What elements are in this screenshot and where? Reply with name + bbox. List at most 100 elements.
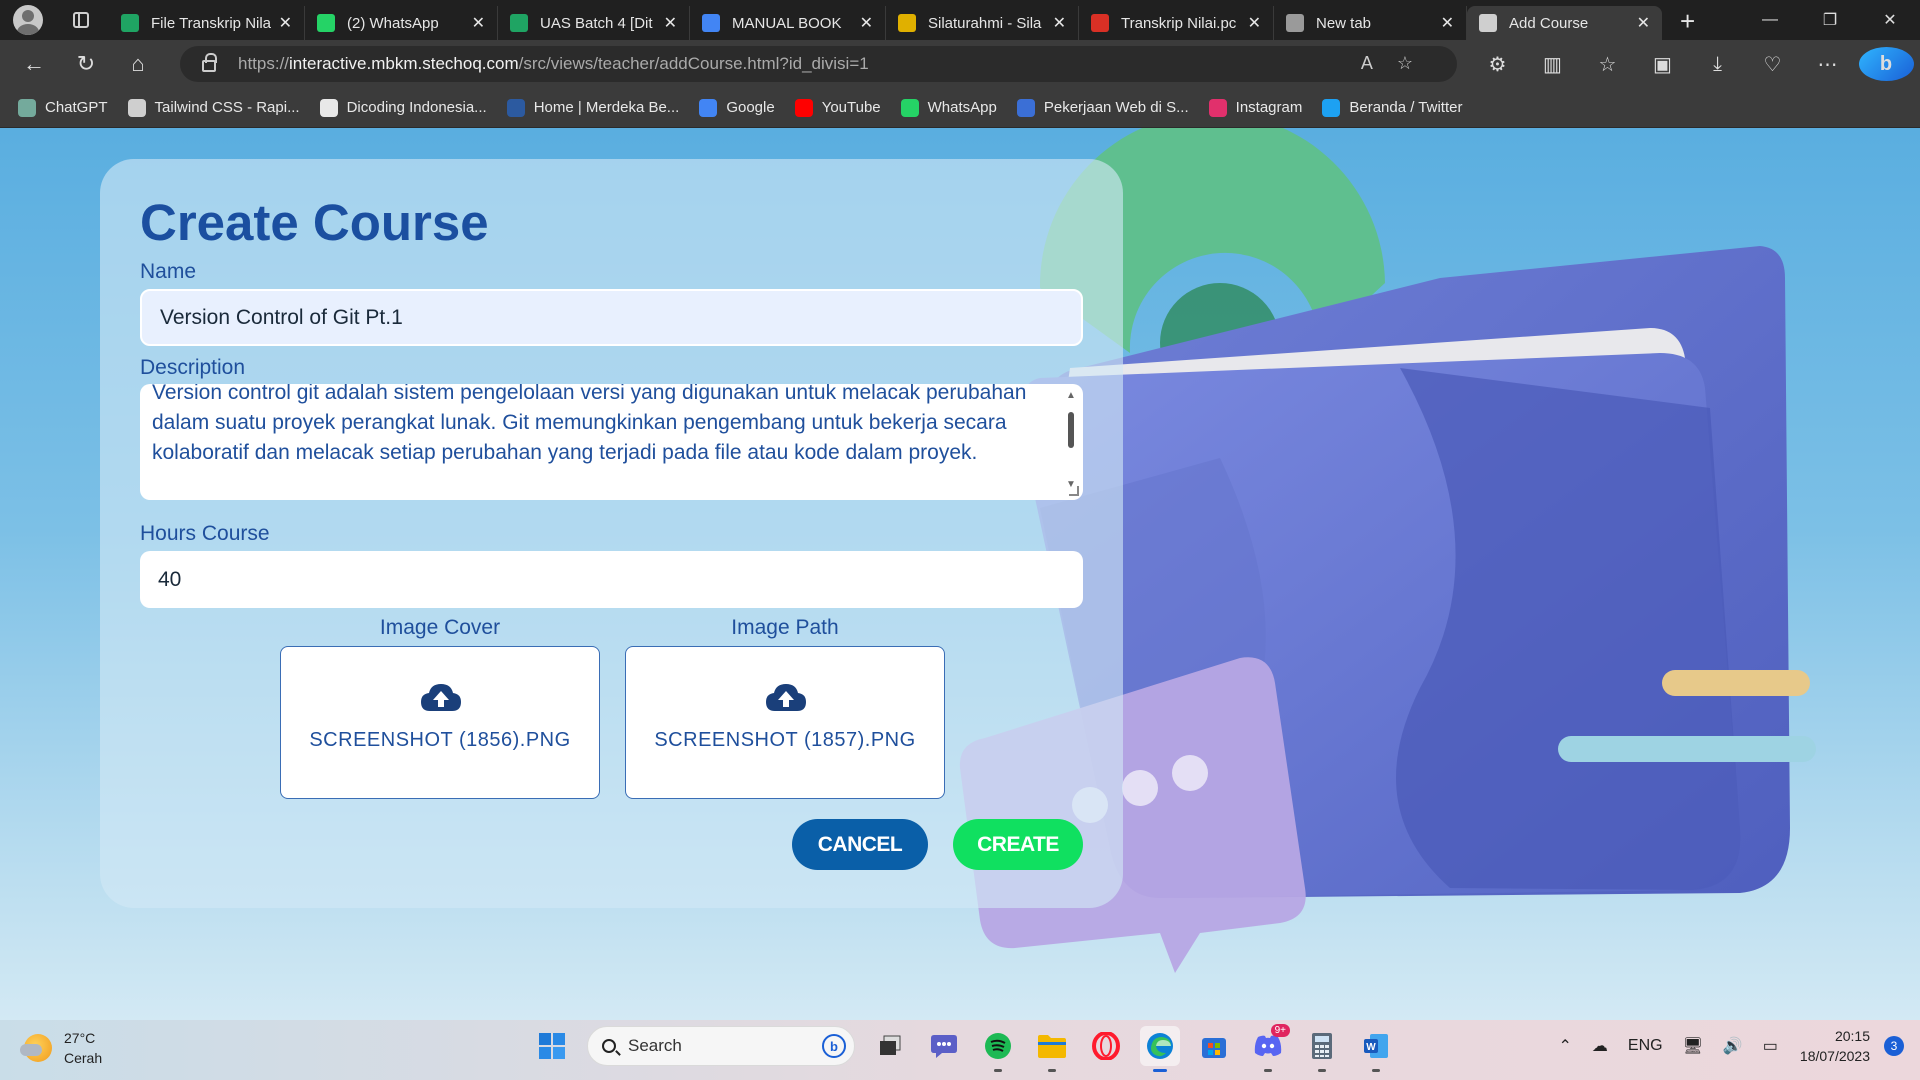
tab-5[interactable]: Transkrip Nilai.pc ✕ [1079,6,1274,40]
bookmark-3[interactable]: Home | Merdeka Be... [506,98,680,117]
close-tab-icon[interactable]: ✕ [1637,13,1650,33]
split-screen-icon[interactable]: ▥ [1525,52,1580,77]
tab-6[interactable]: New tab ✕ [1274,6,1467,40]
back-button[interactable]: ← [16,46,52,82]
language-indicator[interactable]: ENG [1628,1037,1663,1055]
image-path-upload[interactable]: SCREENSHOT (1857).PNG [625,646,945,799]
tab-1[interactable]: (2) WhatsApp ✕ [305,6,498,40]
resize-grip-icon[interactable] [1069,486,1079,496]
hours-label: Hours Course [140,522,270,545]
taskbar-search[interactable]: Search b [587,1026,855,1066]
volume-icon[interactable]: 🔊 [1723,1036,1743,1056]
battery-icon[interactable]: ▭ [1763,1036,1778,1056]
weather-widget[interactable]: 27°C Cerah [20,1028,103,1068]
close-tab-icon[interactable]: ✕ [664,13,677,33]
bookmark-5[interactable]: YouTube [794,98,881,117]
seal-icon [898,14,916,32]
bookmark-label: Tailwind CSS - Rapi... [154,99,300,116]
close-tab-icon[interactable]: ✕ [1441,13,1454,33]
more-icon[interactable]: ⋯ [1800,52,1855,77]
bookmark-label: Home | Merdeka Be... [533,99,680,116]
close-tab-icon[interactable]: ✕ [1248,13,1261,33]
bookmark-2[interactable]: Dicoding Indonesia... [319,98,487,117]
favorites-icon[interactable]: ☆ [1580,52,1635,77]
bookmark-label: Instagram [1235,99,1303,116]
microsoft-store-icon[interactable] [1194,1026,1234,1066]
tab-7[interactable]: Add Course ✕ [1467,6,1662,40]
create-button[interactable]: CREATE [953,819,1083,870]
close-window-button[interactable]: ✕ [1860,0,1920,40]
tab-0[interactable]: File Transkrip Nila ✕ [109,6,305,40]
scroll-up-icon[interactable]: ▲ [1066,390,1076,401]
discord-icon[interactable]: 9+ [1248,1024,1290,1072]
teams-chat-icon[interactable] [924,1026,964,1066]
notification-badge[interactable]: 3 [1884,1036,1904,1056]
file-explorer-icon[interactable] [1032,1026,1072,1072]
bing-search-icon[interactable]: b [822,1034,846,1058]
twitter-icon [1322,98,1341,117]
description-scrollbar[interactable]: ▲ ▼ [1065,390,1077,490]
page-title: Create Course [140,194,489,251]
scroll-thumb[interactable] [1068,412,1074,448]
minimize-button[interactable]: — [1740,0,1800,40]
opera-icon[interactable] [1086,1026,1126,1066]
calculator-icon[interactable] [1302,1026,1342,1072]
home-button[interactable]: ⌂ [120,46,156,82]
bookmark-6[interactable]: WhatsApp [900,98,997,117]
taskbar-apps: Search b 9+ W [525,1024,1403,1072]
close-tab-icon[interactable]: ✕ [279,13,292,33]
close-tab-icon[interactable]: ✕ [472,13,485,33]
close-tab-icon[interactable]: ✕ [1053,13,1066,33]
refresh-button[interactable]: ↻ [68,46,104,82]
bookmark-1[interactable]: Tailwind CSS - Rapi... [127,98,300,117]
instagram-icon [1208,98,1227,117]
image-cover-label: Image Cover [379,616,501,639]
start-icon[interactable] [532,1026,572,1066]
tab-2[interactable]: UAS Batch 4 [Dit ✕ [498,6,690,40]
tab-4[interactable]: Silaturahmi - Sila ✕ [886,6,1079,40]
downloads-icon[interactable]: ⤓ [1690,53,1745,76]
weather-status: Cerah [64,1050,103,1066]
tab-3[interactable]: MANUAL BOOK ✕ [690,6,886,40]
collections-icon[interactable]: ▣ [1635,52,1690,77]
spotify-icon[interactable] [978,1026,1018,1072]
image-cover-upload[interactable]: SCREENSHOT (1856).PNG [280,646,600,799]
close-tab-icon[interactable]: ✕ [860,13,873,33]
bookmark-0[interactable]: ChatGPT [18,98,108,117]
tab-actions-icon[interactable] [73,12,89,28]
description-label: Description [140,356,246,379]
bookmark-label: YouTube [821,99,881,116]
new-tab-button[interactable]: + [1680,6,1695,37]
bookmark-4[interactable]: Google [699,98,775,117]
url-host: interactive.mbkm.stechoq.com [289,54,519,73]
read-aloud-favorite-icons[interactable]: A☆ [1361,53,1437,74]
onedrive-icon[interactable]: ☁ [1592,1036,1608,1056]
word-icon[interactable]: W [1356,1026,1396,1072]
task-view-icon[interactable] [870,1026,910,1066]
network-icon[interactable]: 🖥 [1683,1036,1703,1056]
description-value: Version control git adalah sistem pengel… [152,384,1027,464]
image-cover-filename: SCREENSHOT (1856).PNG [309,729,571,751]
bookmark-label: ChatGPT [45,99,108,116]
merdeka-icon [506,98,525,117]
cancel-button[interactable]: CANCEL [792,819,928,870]
url-field[interactable]: https://interactive.mbkm.stechoq.com/src… [180,46,1457,82]
clock[interactable]: 20:15 18/07/2023 [1800,1026,1870,1066]
bookmark-7[interactable]: Pekerjaan Web di S... [1016,98,1189,117]
restore-button[interactable]: ❐ [1800,0,1860,40]
extensions-icon[interactable]: ⚙ [1470,52,1525,77]
profile-avatar[interactable] [13,5,43,35]
bing-copilot-icon[interactable]: b [1858,47,1914,81]
name-input[interactable]: Version Control of Git Pt.1 [140,289,1083,346]
chevron-up-icon[interactable]: ⌃ [1558,1036,1571,1056]
tab-title: Add Course [1509,14,1589,32]
hours-input[interactable]: 40 [140,551,1083,608]
discord-badge: 9+ [1270,1024,1290,1037]
bookmark-8[interactable]: Instagram [1208,98,1303,117]
bookmark-9[interactable]: Beranda / Twitter [1322,98,1462,117]
description-textarea[interactable]: Version control git adalah sistem pengel… [140,384,1083,500]
page-icon [1479,14,1497,32]
edge-icon[interactable] [1140,1026,1180,1072]
performance-icon[interactable]: ♡ [1745,52,1800,77]
tab-title: Transkrip Nilai.pc [1121,14,1237,32]
